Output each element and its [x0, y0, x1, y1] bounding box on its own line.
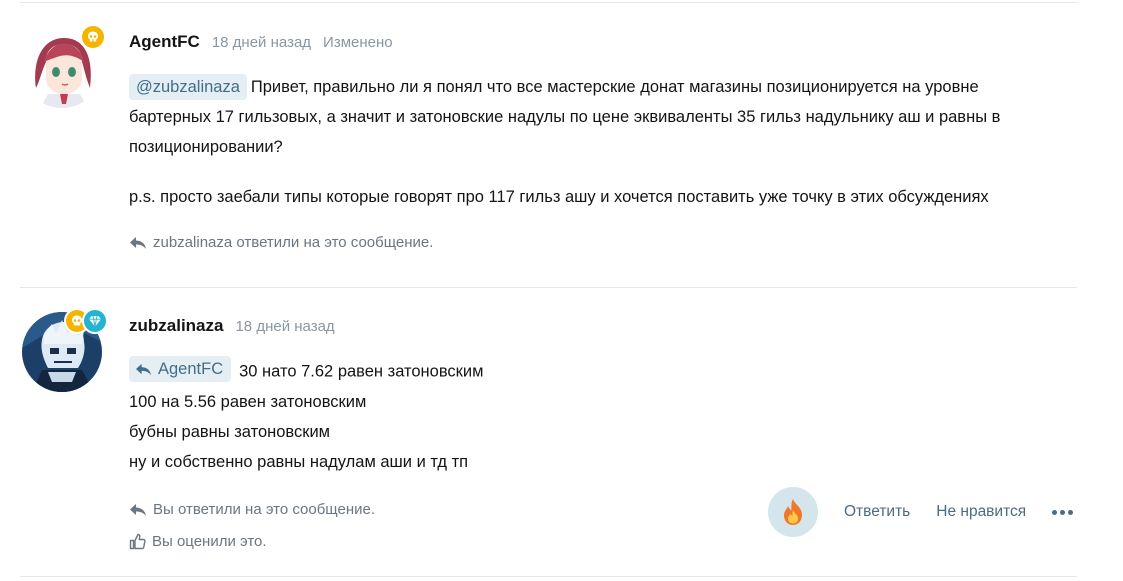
- avatar-wrap: [22, 24, 106, 108]
- avatar-wrap: [22, 308, 108, 392]
- reply-icon: [136, 363, 151, 375]
- message-line4: ну и собственно равны надулам аши и тд т…: [129, 452, 469, 471]
- message-text-line1: Привет, правильно ли я понял что все мас…: [250, 78, 979, 96]
- message-ps: p.s. просто заебали типы которые говорят…: [129, 188, 989, 206]
- edited-link[interactable]: Изменено: [323, 34, 393, 51]
- post-actions: Ответить Не нравится: [768, 487, 1074, 537]
- mention-tag[interactable]: @zubzalinaza: [129, 74, 247, 100]
- like-note[interactable]: Вы оценили это.: [129, 533, 267, 550]
- post-header: AgentFC 18 дней назад Изменено: [129, 32, 393, 52]
- quote-tag[interactable]: AgentFC: [129, 356, 232, 382]
- top-divider: [20, 2, 1077, 3]
- reply-button[interactable]: Ответить: [844, 503, 910, 521]
- like-note-text: Вы оценили это.: [152, 533, 267, 550]
- post-body: @zubzalinaza Привет, правильно ли я понял…: [129, 72, 1059, 212]
- message-paragraph: @zubzalinaza Привет, правильно ли я понял…: [129, 72, 1059, 102]
- reply-note-text: Вы ответили на это сообщение.: [153, 501, 375, 518]
- message-line1: 30 нато 7.62 равен затоновским: [239, 362, 484, 381]
- reply-note[interactable]: Вы ответили на это сообщение.: [129, 501, 375, 518]
- author-name[interactable]: AgentFC: [129, 32, 200, 52]
- author-name[interactable]: zubzalinaza: [129, 316, 223, 336]
- message-line3: бубны равны затоновским: [129, 422, 331, 441]
- post-body: AgentFC 30 нато 7.62 равен затоновским 10…: [129, 356, 1059, 477]
- reaction-button[interactable]: [768, 487, 818, 537]
- quote-author: AgentFC: [158, 360, 224, 378]
- more-icon[interactable]: [1052, 509, 1074, 515]
- post-time[interactable]: 18 дней назад: [212, 34, 311, 51]
- fire-icon: [784, 499, 802, 525]
- reply-note[interactable]: zubzalinaza ответили на это сообщение.: [129, 234, 433, 251]
- thumbs-up-icon: [129, 533, 146, 550]
- bottom-divider: [20, 576, 1077, 577]
- dislike-button[interactable]: Не нравится: [936, 503, 1026, 521]
- reply-note-text: zubzalinaza ответили на это сообщение.: [153, 234, 434, 251]
- post-header: zubzalinaza 18 дней назад: [129, 316, 335, 336]
- post-divider: [20, 287, 1077, 288]
- post-time[interactable]: 18 дней назад: [235, 318, 334, 335]
- message-line2: 100 на 5.56 равен затоновским: [129, 392, 367, 411]
- message-paragraph: AgentFC 30 нато 7.62 равен затоновским: [129, 356, 1059, 387]
- reply-icon: [130, 503, 146, 516]
- message-text-rest: бартерных 17 гильзовых, а значит и затон…: [129, 108, 1001, 156]
- skull-icon: [80, 24, 106, 50]
- diamond-icon: [82, 308, 108, 334]
- reply-icon: [130, 236, 146, 249]
